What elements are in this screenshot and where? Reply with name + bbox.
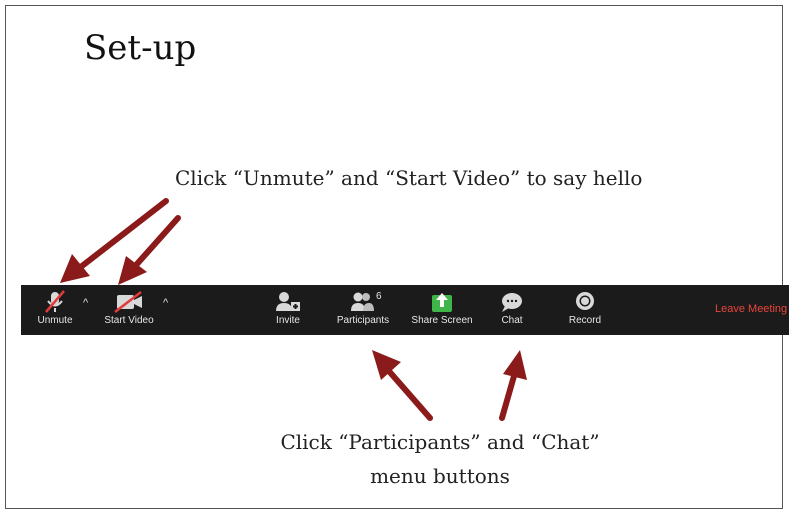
caption-line-2: menu buttons [370, 464, 510, 488]
caption-line-1: Click “Participants” and “Chat” [280, 430, 600, 454]
arrow-to-start-video [134, 215, 181, 267]
arrow-to-chat-head [503, 350, 527, 380]
arrow-to-chat [499, 373, 517, 421]
caption-participants-chat: Click “Participants” and “Chat” menu but… [250, 425, 630, 493]
arrow-to-unmute [79, 198, 169, 269]
arrow-to-participants [385, 367, 433, 421]
arrow-to-unmute-head [60, 254, 90, 283]
